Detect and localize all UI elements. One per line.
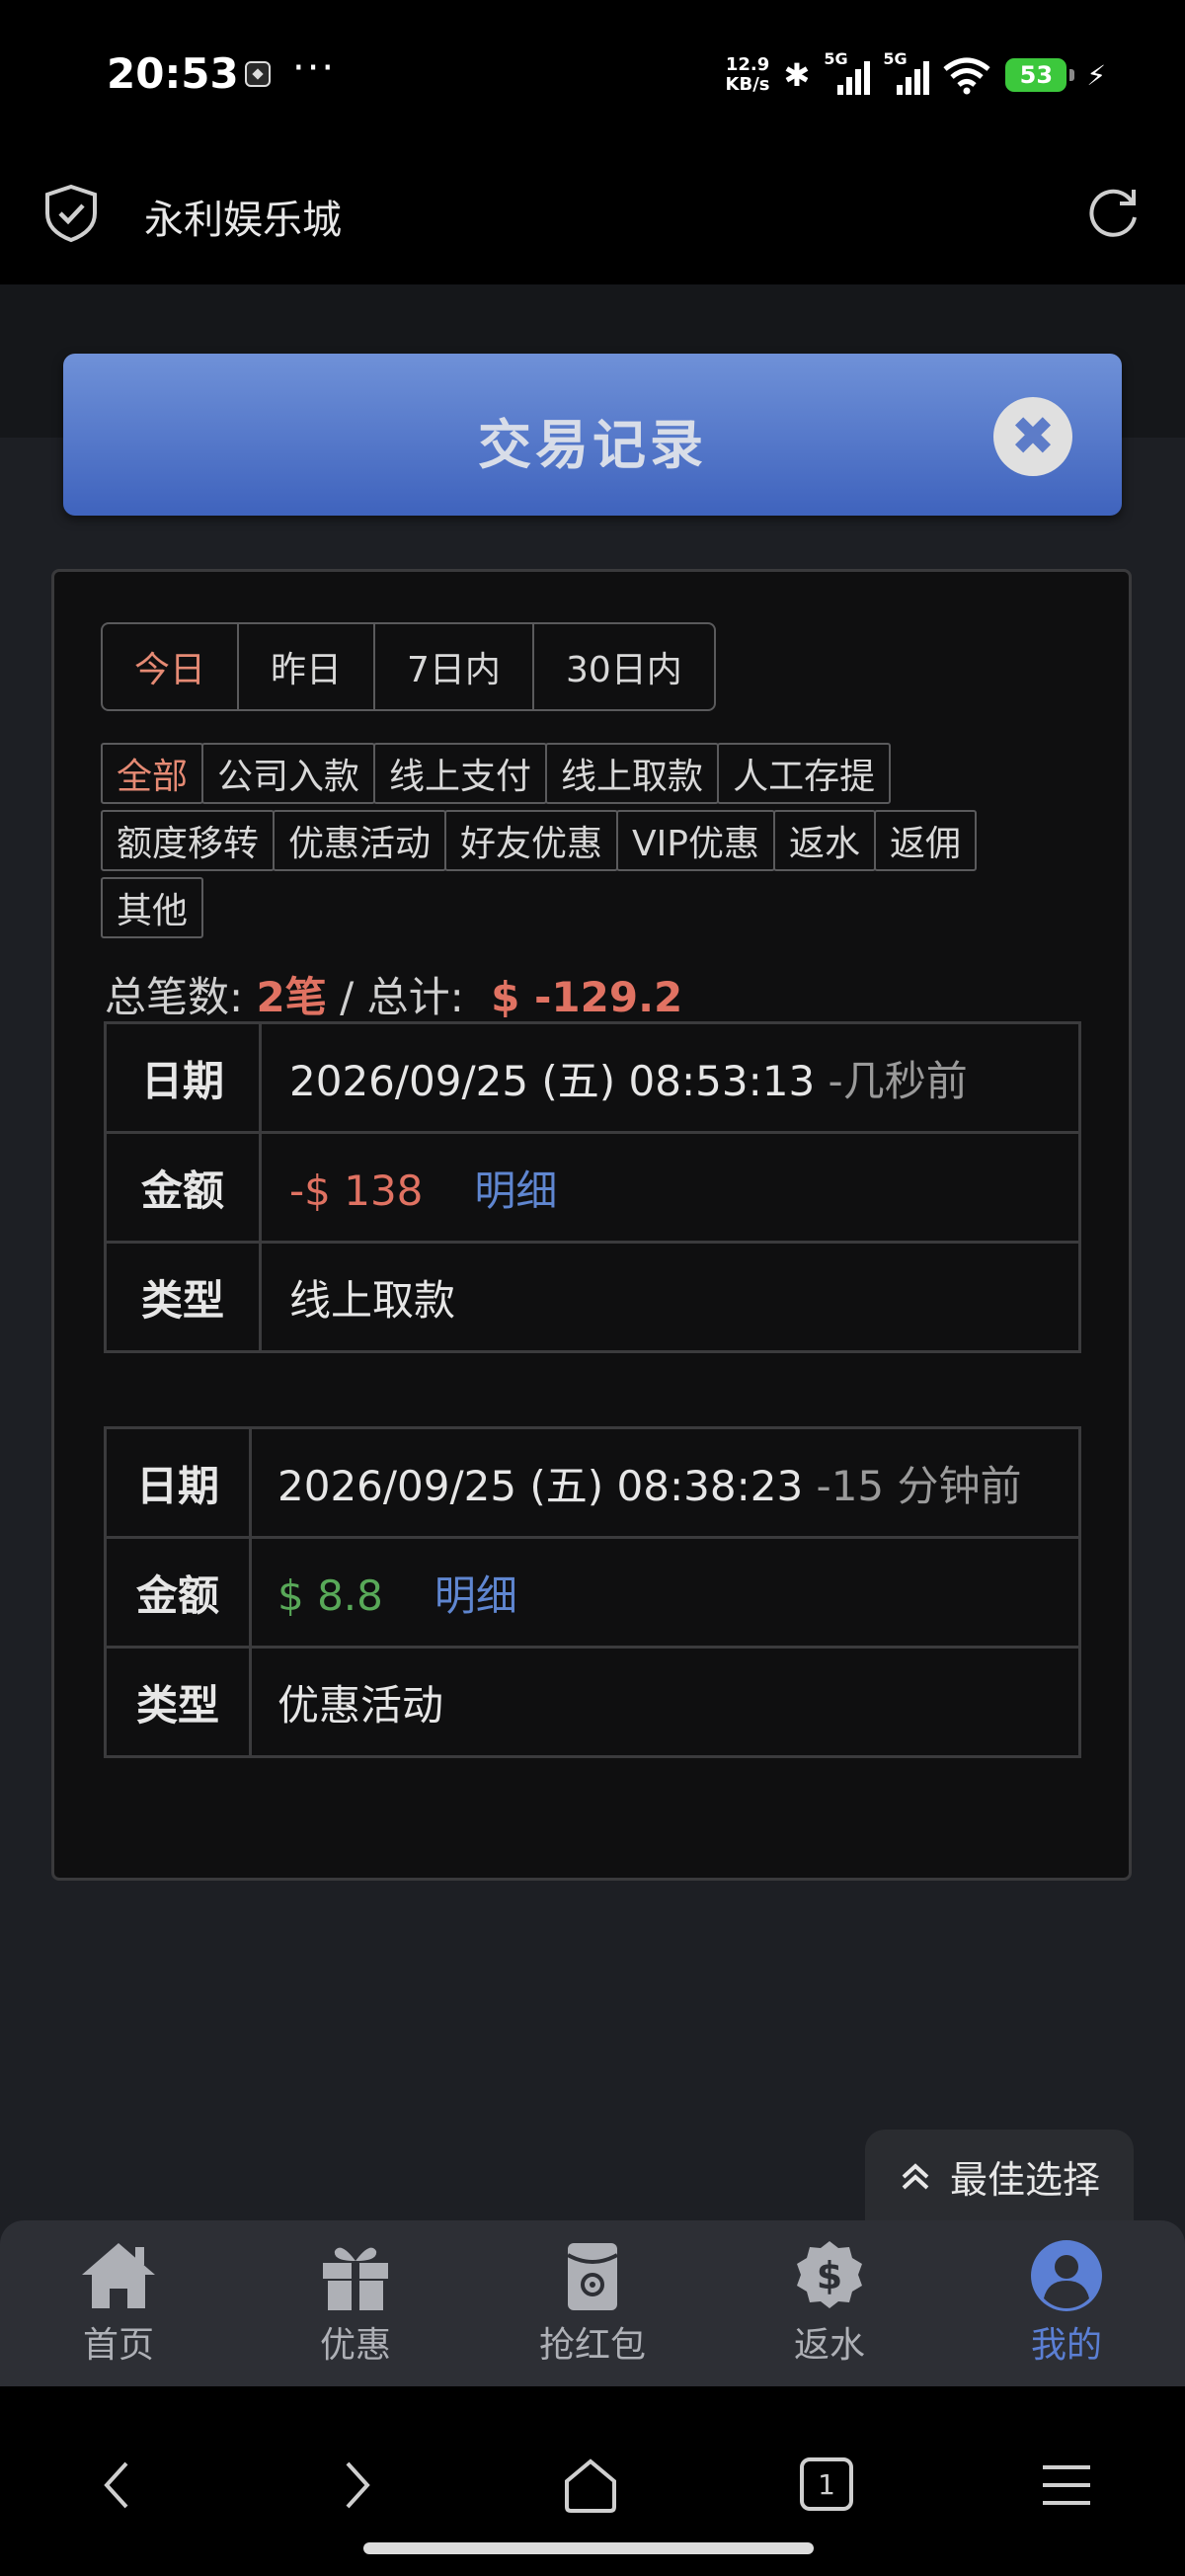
status-icons: 12.9 KB/s ✱ 5G 5G 53 ⚡ (725, 49, 1106, 99)
amount-value: -$ 138 (289, 1166, 424, 1215)
amount-cell: $ 8.8 明细 (249, 1536, 1081, 1649)
total-label: 总计: (366, 973, 464, 1021)
type-value: 线上取款 (259, 1241, 1081, 1353)
amount-cell: -$ 138 明细 (259, 1131, 1081, 1244)
signal-icon: 5G (824, 49, 871, 95)
date-tabs: 今日 昨日 7日内 30日内 (101, 622, 716, 711)
filter-all[interactable]: 全部 (101, 743, 204, 804)
date-label: 日期 (104, 1021, 262, 1134)
best-choice-button[interactable]: 最佳选择 (865, 2130, 1134, 2222)
status-time: 20:53 (107, 49, 239, 98)
date-cell: 2026/09/25 (五) 08:38:23 -15 分钟前 (249, 1426, 1081, 1539)
bottom-nav: 首页 优惠 抢红包 $ 返水 我的 (0, 2220, 1185, 2386)
best-choice-label: 最佳选择 (949, 2157, 1100, 2202)
amount-label: 金额 (104, 1131, 262, 1244)
nav-promo[interactable]: 优惠 (237, 2220, 474, 2386)
record-row-date: 日期 2026/09/25 (五) 08:38:23 -15 分钟前 (104, 1426, 1081, 1539)
close-button[interactable]: ✖ (993, 397, 1072, 476)
battery-icon: 53 (1005, 58, 1075, 92)
record-table: 日期 2026/09/25 (五) 08:38:23 -15 分钟前 金额 $ … (104, 1426, 1081, 1758)
shield-check-icon[interactable] (43, 184, 99, 243)
modal-header: 交易记录 ✖ (63, 354, 1122, 516)
detail-link[interactable]: 明细 (474, 1167, 557, 1215)
charging-icon: ⚡ (1086, 58, 1106, 92)
filter-friend-bonus[interactable]: 好友优惠 (444, 810, 619, 871)
filter-promotion[interactable]: 优惠活动 (273, 810, 447, 871)
wifi-icon (943, 57, 990, 95)
svg-text:$: $ (817, 2254, 842, 2297)
nav-rebate[interactable]: $ 返水 (711, 2220, 948, 2386)
type-label: 类型 (104, 1241, 262, 1353)
record-row-type: 类型 线上取款 (104, 1241, 1081, 1353)
nav-mine-label: 我的 (1030, 2325, 1102, 2366)
filter-commission[interactable]: 返佣 (874, 810, 978, 871)
amount-label: 金额 (104, 1536, 252, 1649)
summary: 总笔数: 2笔 / 总计: $ -129.2 (105, 964, 682, 1024)
home-icon (82, 2243, 155, 2308)
record-table: 日期 2026/09/25 (五) 08:53:13 -几秒前 金额 -$ 13… (104, 1021, 1081, 1353)
tab-30-days[interactable]: 30日内 (534, 624, 714, 709)
more-notifications-icon: ··· (292, 45, 337, 91)
user-icon (1031, 2240, 1102, 2311)
back-icon[interactable] (89, 2455, 148, 2515)
double-chevron-up-icon (902, 2163, 929, 2190)
home-outline-icon[interactable] (561, 2455, 620, 2515)
signal-icon: 5G (883, 49, 930, 95)
date-value: 2026/09/25 (五) 08:38:23 (277, 1461, 804, 1510)
time-ago: -几秒前 (828, 1056, 968, 1105)
filter-transfer[interactable]: 额度移转 (101, 810, 276, 871)
status-bar: 20:53 ··· 12.9 KB/s ✱ 5G 5G 53 ⚡ (0, 0, 1185, 148)
tab-count: 1 (818, 2467, 835, 2501)
count-value: 2笔 (256, 973, 327, 1021)
bluetooth-icon: ✱ (783, 56, 811, 94)
tabs-icon[interactable]: 1 (800, 2457, 853, 2511)
filter-rebate[interactable]: 返水 (773, 810, 877, 871)
date-cell: 2026/09/25 (五) 08:53:13 -几秒前 (259, 1021, 1081, 1134)
reload-icon[interactable] (1084, 184, 1142, 241)
filter-company-deposit[interactable]: 公司入款 (201, 743, 376, 804)
date-label: 日期 (104, 1426, 252, 1539)
filter-vip-bonus[interactable]: VIP优惠 (616, 810, 776, 871)
filter-other[interactable]: 其他 (101, 877, 204, 938)
red-envelope-icon (567, 2243, 618, 2310)
nav-red-envelope-label: 抢红包 (538, 2325, 646, 2366)
tab-yesterday[interactable]: 昨日 (239, 624, 376, 709)
date-value: 2026/09/25 (五) 08:53:13 (289, 1056, 816, 1105)
type-label: 类型 (104, 1646, 252, 1758)
time-ago: -15 分钟前 (816, 1461, 1022, 1510)
filter-manual[interactable]: 人工存提 (717, 743, 892, 804)
type-filters: 全部 公司入款 线上支付 线上取款 人工存提 额度移转 优惠活动 好友优惠 VI… (101, 743, 1059, 944)
menu-icon[interactable] (1037, 2455, 1096, 2515)
detail-link[interactable]: 明细 (434, 1571, 517, 1620)
count-label: 总笔数: (105, 973, 244, 1021)
record-row-amount: 金额 -$ 138 明细 (104, 1131, 1081, 1244)
gift-icon (323, 2247, 388, 2310)
filter-online-withdrawal[interactable]: 线上取款 (545, 743, 720, 804)
nav-mine[interactable]: 我的 (948, 2220, 1185, 2386)
site-title: 永利娱乐城 (144, 198, 342, 243)
amount-value: $ 8.8 (277, 1570, 383, 1620)
nav-home-label: 首页 (82, 2325, 154, 2366)
total-value: $ -129.2 (491, 973, 683, 1021)
type-value: 优惠活动 (249, 1646, 1081, 1758)
app-notification-icon (245, 61, 271, 87)
tab-today[interactable]: 今日 (103, 624, 240, 709)
tab-7-days[interactable]: 7日内 (375, 624, 534, 709)
dollar-badge-icon: $ (797, 2241, 862, 2308)
close-icon: ✖ (1010, 405, 1056, 467)
nav-promo-label: 优惠 (319, 2325, 391, 2366)
nav-rebate-label: 返水 (793, 2325, 865, 2366)
network-speed: 12.9 KB/s (725, 54, 770, 95)
forward-icon[interactable] (326, 2455, 385, 2515)
nav-red-envelope[interactable]: 抢红包 (474, 2220, 711, 2386)
filter-online-payment[interactable]: 线上支付 (373, 743, 548, 804)
nav-home[interactable]: 首页 (0, 2220, 237, 2386)
modal-title: 交易记录 (478, 414, 707, 476)
record-row-type: 类型 优惠活动 (104, 1646, 1081, 1758)
record-row-date: 日期 2026/09/25 (五) 08:53:13 -几秒前 (104, 1021, 1081, 1134)
home-indicator[interactable] (363, 2542, 814, 2554)
record-row-amount: 金额 $ 8.8 明细 (104, 1536, 1081, 1649)
summary-separator: / (340, 973, 355, 1021)
